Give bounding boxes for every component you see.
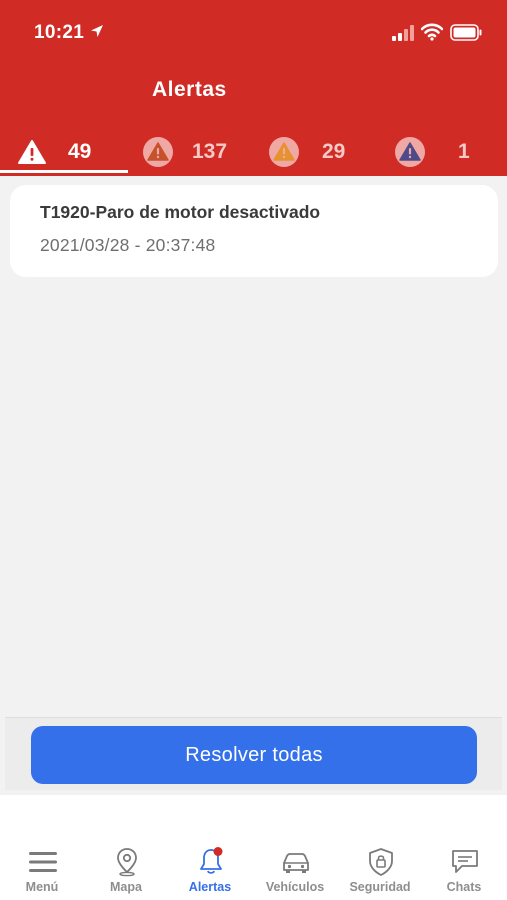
page-title: Alertas — [152, 78, 227, 101]
nav-item-chats[interactable]: Chats — [424, 847, 504, 897]
nav-item-map[interactable]: Mapa — [86, 847, 166, 897]
alert-severity-tabs: 49 137 29 1 — [0, 130, 507, 176]
bell-icon — [200, 847, 223, 874]
nav-item-menu[interactable]: Menú — [2, 847, 82, 897]
resolve-all-button[interactable]: Resolver todas — [31, 726, 477, 784]
nav-label: Chats — [446, 880, 482, 894]
warning-purple-icon — [395, 137, 425, 167]
tab-count: 1 — [458, 140, 470, 163]
tab-severity-4[interactable]: 1 — [378, 130, 507, 176]
tab-count: 29 — [322, 140, 346, 163]
alert-datetime: 2021/03/28 - 20:37:48 — [40, 235, 216, 255]
nav-label: Mapa — [110, 880, 142, 894]
nav-label: Seguridad — [349, 880, 411, 894]
wifi-icon — [421, 23, 443, 41]
chat-icon — [452, 850, 478, 873]
nav-label: Vehículos — [265, 880, 325, 894]
action-bar: Resolver todas — [5, 717, 502, 790]
alert-card[interactable]: T1920-Paro de motor desactivado 2021/03/… — [10, 185, 498, 277]
warning-red-icon — [143, 137, 173, 167]
alert-title: T1920-Paro de motor desactivado — [40, 202, 321, 222]
map-pin-icon — [117, 848, 137, 877]
menu-icon — [29, 852, 57, 872]
tab-severity-3[interactable]: 29 — [252, 130, 378, 176]
warning-white-icon — [18, 140, 46, 164]
battery-icon — [450, 24, 482, 41]
status-bar: 10:21 — [0, 0, 507, 64]
nav-item-security[interactable]: Seguridad — [340, 847, 420, 897]
cellular-signal-icon — [392, 25, 414, 41]
tab-count: 137 — [192, 140, 228, 163]
status-time: 10:21 — [34, 22, 85, 43]
nav-item-vehicles[interactable]: Vehículos — [255, 847, 335, 897]
tab-count: 49 — [68, 140, 92, 163]
car-icon — [283, 853, 309, 873]
bottom-navigation: Menú Mapa Alertas Vehículos Seguridad Ch… — [0, 795, 507, 900]
nav-item-alerts[interactable]: Alertas — [170, 847, 250, 897]
active-tab-indicator — [0, 170, 128, 173]
location-arrow-icon — [91, 25, 103, 37]
nav-label: Alertas — [188, 880, 232, 894]
shield-icon — [369, 848, 393, 876]
warning-orange-icon — [269, 137, 299, 167]
app-header: 10:21 Alertas 49 137 29 1 — [0, 0, 507, 176]
nav-label: Menú — [25, 880, 59, 894]
tab-severity-2[interactable]: 137 — [128, 130, 252, 176]
